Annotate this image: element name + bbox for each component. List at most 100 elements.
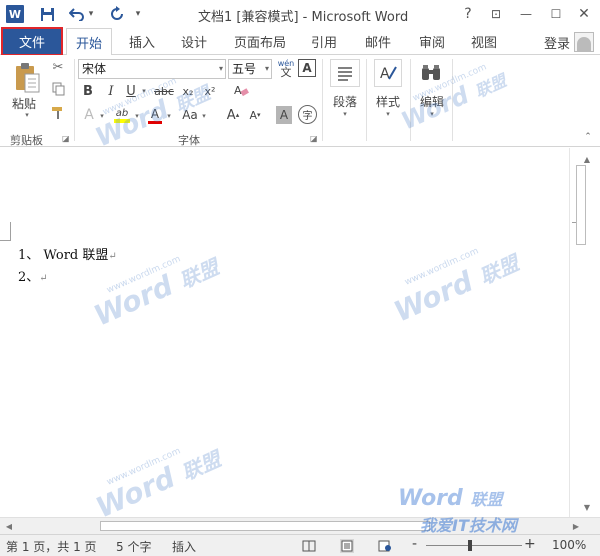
font-color-dropdown-icon[interactable]: ▾ [165,111,173,121]
title-bar: W ▾ ▾ 文档1 [兼容模式] - Microsoft Word ? ⊡ — … [0,0,600,28]
phonetic-bottom-text: 文 [280,66,292,79]
font-launcher-icon[interactable]: ◪ [310,134,318,143]
scroll-up-icon[interactable]: ▲ [580,152,594,166]
zoom-slider[interactable] [426,545,522,546]
shrink-font-button[interactable]: A ▾ [246,105,264,125]
underline-button[interactable]: U [124,82,138,100]
group-divider [74,59,75,141]
grow-font-button[interactable]: A ▴ [224,105,242,125]
paragraph-text: 1、 Word 联盟 [18,248,109,263]
editing-button[interactable]: 编辑 [420,93,444,110]
paragraph-button[interactable]: 段落 [333,93,357,110]
minimize-button[interactable]: — [516,4,536,24]
web-layout-icon[interactable] [378,539,392,553]
character-shading-button[interactable]: A [276,106,292,124]
word-count-status[interactable]: 5 个字 [116,538,151,555]
copy-icon[interactable] [50,81,66,97]
scroll-right-icon[interactable]: ▶ [569,519,583,533]
change-case-button[interactable]: Aa [180,105,200,125]
chevron-down-icon[interactable]: ▾ [219,60,223,78]
horizontal-scrollbar[interactable]: ◀ ▶ [0,517,600,534]
vertical-scroll-thumb[interactable] [576,165,586,245]
zoom-level[interactable]: 100% [552,538,586,552]
format-painter-icon[interactable] [50,105,66,121]
subscript-button[interactable]: x₂ [180,82,196,100]
text-effects-dropdown-icon[interactable]: ▾ [98,111,106,121]
horizontal-scroll-thumb[interactable] [100,521,430,531]
document-paragraph[interactable]: 2、↵ [18,266,48,285]
bold-button[interactable]: B [80,82,96,100]
restore-button[interactable]: ☐ [546,4,566,24]
document-area[interactable]: 1、 Word 联盟↵ 2、↵ [0,148,582,518]
zoom-out-button[interactable]: - [412,536,417,552]
ribbon-home: 粘贴 ▾ ✂ 剪贴板 ◪ 宋体 ▾ 五号 ▾ wén 文 A B I U ▾ a… [0,55,600,147]
sign-in-link[interactable]: 登录 [544,33,570,52]
editing-dropdown-icon[interactable]: ▾ [428,109,436,119]
paragraph-mark-icon: ↵ [39,273,48,284]
insert-mode-status[interactable]: 插入 [172,538,196,555]
clear-formatting-icon[interactable]: A [232,81,250,99]
word-app-icon[interactable]: W [6,5,24,23]
redo-icon[interactable] [108,5,126,23]
ribbon-display-options-button[interactable]: ⊡ [486,4,506,24]
italic-button[interactable]: I [104,82,118,100]
font-color-label: A [150,106,160,121]
highlight-dropdown-icon[interactable]: ▾ [133,111,141,121]
scroll-left-icon[interactable]: ◀ [2,519,16,533]
chevron-down-icon[interactable]: ▾ [265,60,269,78]
font-name-combo[interactable]: 宋体 ▾ [78,59,226,79]
tab-home[interactable]: 开始 [66,28,112,56]
font-color-button[interactable]: A [146,105,164,125]
superscript-button[interactable]: x² [202,82,218,100]
avatar[interactable] [574,32,594,52]
clipboard-launcher-icon[interactable]: ◪ [62,134,70,143]
document-paragraph[interactable]: 1、 Word 联盟↵ [18,244,117,263]
tab-review[interactable]: 审阅 [410,28,454,55]
page-count-status[interactable]: 第 1 页，共 1 页 [6,538,97,555]
character-border-button[interactable]: A [298,59,316,77]
tab-mailings[interactable]: 邮件 [356,28,400,55]
enclose-characters-button[interactable]: 字 [298,105,317,124]
font-size-value: 五号 [232,62,257,76]
strikethrough-button[interactable]: abc [152,82,176,100]
highlight-button[interactable]: ab [112,105,132,125]
phonetic-guide-button[interactable]: wén 文 [276,57,296,79]
paste-button[interactable]: 粘贴 [12,95,36,112]
customize-qat-icon[interactable]: ▾ [133,5,143,23]
text-effects-button[interactable]: A [80,105,98,125]
styles-dropdown-icon[interactable]: ▾ [384,109,392,119]
font-group-label: 字体 [178,134,200,147]
cut-icon[interactable]: ✂ [50,59,66,75]
undo-icon[interactable] [68,5,86,23]
underline-dropdown-icon[interactable]: ▾ [140,86,148,96]
styles-icon[interactable]: A [374,59,402,87]
close-button[interactable]: ✕ [574,4,594,24]
scroll-down-icon[interactable]: ▼ [580,500,594,514]
paragraph-text: 2、 [18,270,40,285]
svg-text:A: A [380,66,390,82]
paste-dropdown-icon[interactable]: ▾ [22,111,32,119]
tab-design[interactable]: 设计 [172,28,216,55]
tab-references[interactable]: 引用 [302,28,346,55]
help-button[interactable]: ? [458,4,478,24]
tab-file[interactable]: 文件 [1,27,63,56]
paste-icon[interactable] [12,61,42,95]
grow-font-label: A [226,107,236,123]
tab-insert[interactable]: 插入 [120,28,164,55]
print-layout-icon[interactable] [340,539,354,553]
highlight-color-swatch [114,118,130,123]
paragraph-dropdown-icon[interactable]: ▾ [341,109,349,119]
font-size-combo[interactable]: 五号 ▾ [228,59,272,79]
paragraph-icon[interactable] [330,59,360,87]
binoculars-icon[interactable] [418,61,444,85]
collapse-ribbon-icon[interactable]: ⌃ [582,132,594,142]
undo-dropdown-icon[interactable]: ▾ [86,5,96,23]
tab-view[interactable]: 视图 [462,28,506,55]
styles-button[interactable]: 样式 [376,93,400,110]
save-icon[interactable] [38,5,56,23]
change-case-dropdown-icon[interactable]: ▾ [200,111,208,121]
tab-page-layout[interactable]: 页面布局 [228,28,292,55]
read-mode-icon[interactable] [302,539,316,553]
zoom-slider-thumb[interactable] [468,540,472,551]
zoom-in-button[interactable]: + [524,536,536,552]
